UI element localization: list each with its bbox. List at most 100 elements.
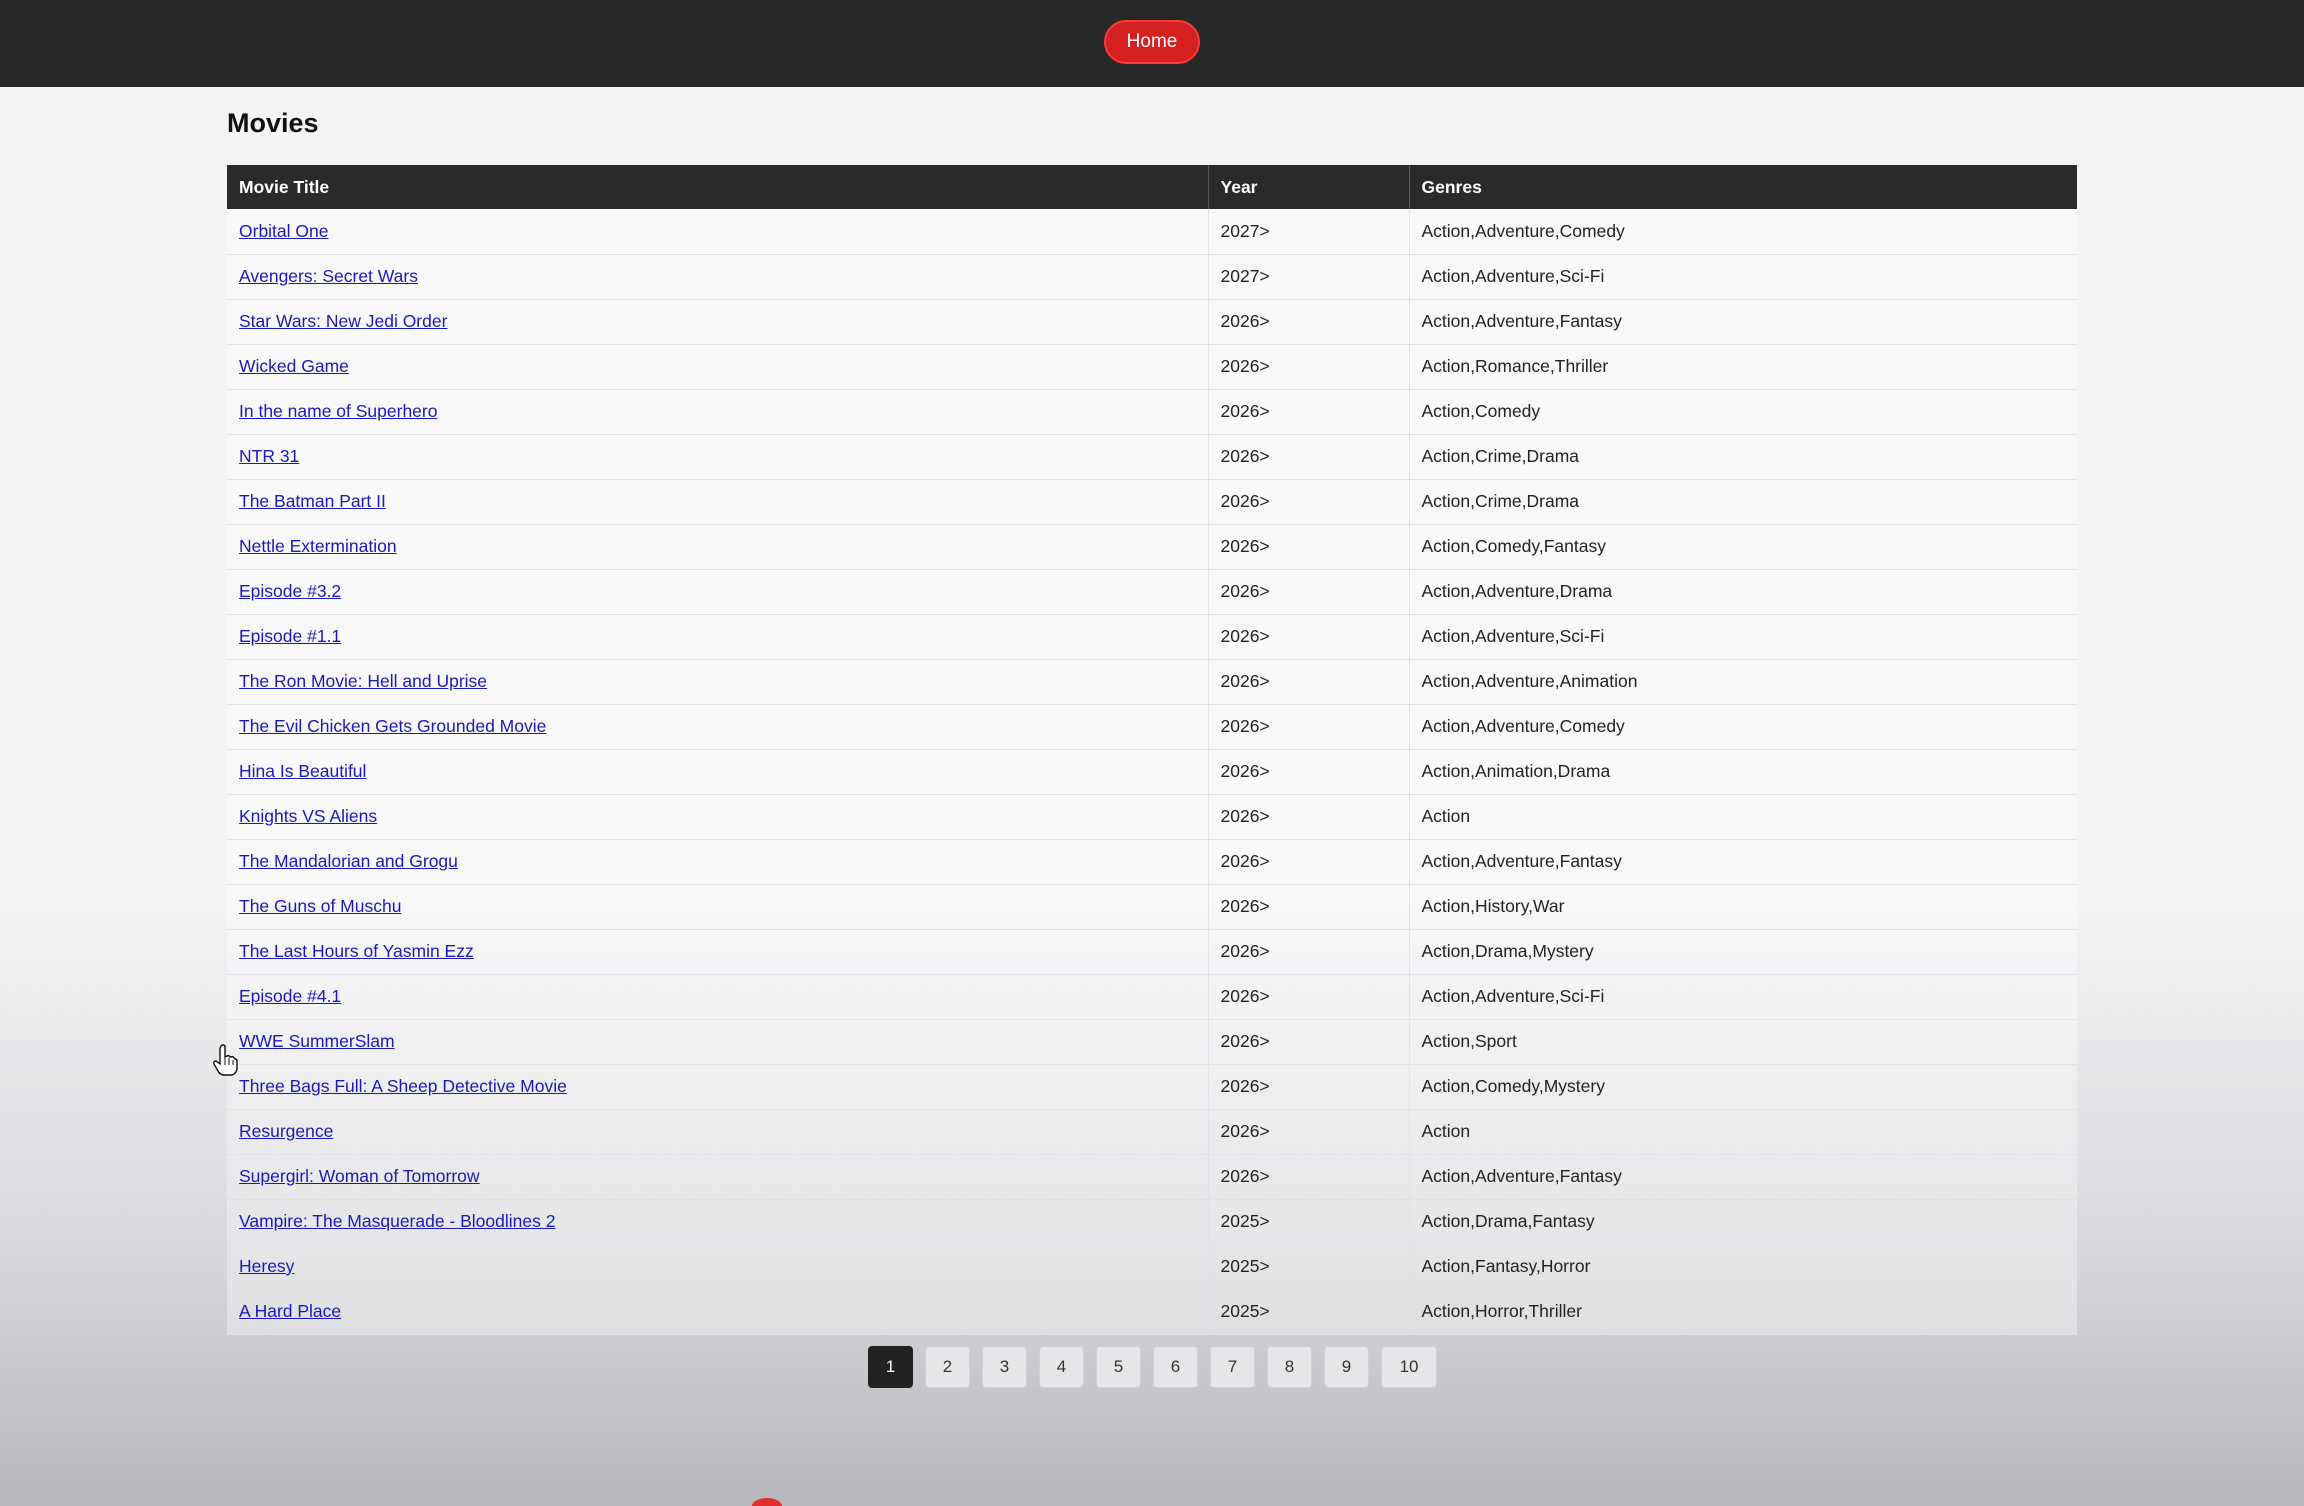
- table-row: In the name of Superhero 2026> Action,Come…: [227, 389, 2077, 435]
- table-row: Resurgence 2026> Action: [227, 1109, 2077, 1155]
- cell-title: Hina Is Beautiful: [227, 749, 1209, 795]
- cell-title: Episode #3.2: [227, 569, 1209, 615]
- cell-genres: Action: [1409, 794, 2077, 840]
- movie-title-link[interactable]: In the name of Superhero: [239, 401, 437, 421]
- page-button-7[interactable]: 7: [1210, 1346, 1255, 1388]
- movie-title-link[interactable]: Resurgence: [239, 1121, 333, 1141]
- cell-title: The Evil Chicken Gets Grounded Movie: [227, 704, 1209, 750]
- movie-title-link[interactable]: Vampire: The Masquerade - Bloodlines 2: [239, 1211, 555, 1231]
- movie-title-link[interactable]: Star Wars: New Jedi Order: [239, 311, 447, 331]
- page-button-8[interactable]: 8: [1267, 1346, 1312, 1388]
- cell-genres: Action,Horror,Thriller: [1409, 1289, 2077, 1335]
- column-header-title: Movie Title: [227, 165, 1209, 209]
- movie-title-link[interactable]: Episode #3.2: [239, 581, 341, 601]
- page-button-2[interactable]: 2: [925, 1346, 970, 1388]
- movie-title-link[interactable]: Wicked Game: [239, 356, 349, 376]
- cell-year: 2027>: [1208, 254, 1410, 300]
- table-row: Hina Is Beautiful 2026> Action,Animation,D…: [227, 749, 2077, 795]
- cell-genres: Action,Drama,Mystery: [1409, 929, 2077, 975]
- cell-year: 2026>: [1208, 749, 1410, 795]
- cell-year: 2026>: [1208, 479, 1410, 525]
- movie-title-link[interactable]: The Guns of Muschu: [239, 896, 401, 916]
- cell-genres: Action,Adventure,Comedy: [1409, 704, 2077, 750]
- movie-title-link[interactable]: Knights VS Aliens: [239, 806, 377, 826]
- cell-genres: Action,Adventure,Sci-Fi: [1409, 614, 2077, 660]
- cell-year: 2026>: [1208, 839, 1410, 885]
- movie-title-link[interactable]: Nettle Extermination: [239, 536, 397, 556]
- cell-year: 2027>: [1208, 209, 1410, 255]
- movie-title-link[interactable]: WWE SummerSlam: [239, 1031, 395, 1051]
- movie-title-link[interactable]: Episode #1.1: [239, 626, 341, 646]
- page-button-1[interactable]: 1: [868, 1346, 913, 1388]
- cell-genres: Action,Drama,Fantasy: [1409, 1199, 2077, 1245]
- column-header-year: Year: [1208, 165, 1410, 209]
- table-row: NTR 31 2026> Action,Crime,Drama: [227, 434, 2077, 480]
- table-row: Heresy 2025> Action,Fantasy,Horror: [227, 1244, 2077, 1290]
- page-title: Movies: [227, 108, 319, 138]
- cell-genres: Action,Crime,Drama: [1409, 479, 2077, 525]
- cell-title: A Hard Place: [227, 1289, 1209, 1335]
- table-row: Avengers: Secret Wars 2027> Action,Adventu…: [227, 254, 2077, 300]
- cell-genres: Action,Romance,Thriller: [1409, 344, 2077, 390]
- cell-genres: Action,History,War: [1409, 884, 2077, 930]
- table-header-row: Movie Title Year Genres: [227, 165, 2077, 209]
- cell-title: Episode #1.1: [227, 614, 1209, 660]
- table-row: Episode #4.1 2026> Action,Adventure,Sci-Fi: [227, 974, 2077, 1020]
- movie-title-link[interactable]: The Mandalorian and Grogu: [239, 851, 458, 871]
- pagination: 1 2 3 4 5 6 7 8 9 10: [868, 1346, 1437, 1388]
- table-row: Nettle Extermination 2026> Action,Comedy,F…: [227, 524, 2077, 570]
- movie-title-link[interactable]: Supergirl: Woman of Tomorrow: [239, 1166, 480, 1186]
- table-row: The Last Hours of Yasmin Ezz 2026> Action,…: [227, 929, 2077, 975]
- movie-title-link[interactable]: Hina Is Beautiful: [239, 761, 366, 781]
- cell-title: The Batman Part II: [227, 479, 1209, 525]
- cell-title: Supergirl: Woman of Tomorrow: [227, 1154, 1209, 1200]
- table-row: Episode #3.2 2026> Action,Adventure,Drama: [227, 569, 2077, 615]
- page-button-3[interactable]: 3: [982, 1346, 1027, 1388]
- table-row: Knights VS Aliens 2026> Action: [227, 794, 2077, 840]
- cell-title: Star Wars: New Jedi Order: [227, 299, 1209, 345]
- page-button-9[interactable]: 9: [1324, 1346, 1369, 1388]
- cell-year: 2026>: [1208, 389, 1410, 435]
- cell-year: 2026>: [1208, 884, 1410, 930]
- cell-year: 2026>: [1208, 929, 1410, 975]
- cell-title: Wicked Game: [227, 344, 1209, 390]
- movie-title-link[interactable]: NTR 31: [239, 446, 299, 466]
- table-row: The Batman Part II 2026> Action,Crime,Dram…: [227, 479, 2077, 525]
- cell-genres: Action,Adventure,Fantasy: [1409, 839, 2077, 885]
- movie-title-link[interactable]: Episode #4.1: [239, 986, 341, 1006]
- cell-genres: Action,Adventure,Sci-Fi: [1409, 254, 2077, 300]
- cell-title: Avengers: Secret Wars: [227, 254, 1209, 300]
- cell-year: 2026>: [1208, 1109, 1410, 1155]
- table-row: Vampire: The Masquerade - Bloodlines 2 20…: [227, 1199, 2077, 1245]
- cell-year: 2026>: [1208, 1064, 1410, 1110]
- cell-title: Knights VS Aliens: [227, 794, 1209, 840]
- page-button-6[interactable]: 6: [1153, 1346, 1198, 1388]
- movie-title-link[interactable]: The Batman Part II: [239, 491, 386, 511]
- hand-pointer-icon: [213, 1044, 238, 1076]
- movie-title-link[interactable]: Three Bags Full: A Sheep Detective Movie: [239, 1076, 567, 1096]
- cell-year: 2026>: [1208, 434, 1410, 480]
- table-row: Orbital One 2027> Action,Adventure,Comedy: [227, 209, 2077, 255]
- cell-genres: Action,Adventure,Drama: [1409, 569, 2077, 615]
- movie-title-link[interactable]: The Evil Chicken Gets Grounded Movie: [239, 716, 546, 736]
- column-header-genres: Genres: [1409, 165, 2077, 209]
- movie-title-link[interactable]: Heresy: [239, 1256, 294, 1276]
- partial-red-element: [752, 1498, 782, 1506]
- movie-title-link[interactable]: Orbital One: [239, 221, 328, 241]
- movie-title-link[interactable]: The Ron Movie: Hell and Uprise: [239, 671, 487, 691]
- movie-title-link[interactable]: A Hard Place: [239, 1301, 341, 1321]
- table-row: A Hard Place 2025> Action,Horror,Thriller: [227, 1289, 2077, 1335]
- cell-title: Vampire: The Masquerade - Bloodlines 2: [227, 1199, 1209, 1245]
- cell-year: 2026>: [1208, 299, 1410, 345]
- movie-title-link[interactable]: The Last Hours of Yasmin Ezz: [239, 941, 474, 961]
- cell-year: 2026>: [1208, 659, 1410, 705]
- movie-title-link[interactable]: Avengers: Secret Wars: [239, 266, 418, 286]
- cell-year: 2026>: [1208, 569, 1410, 615]
- cell-year: 2026>: [1208, 974, 1410, 1020]
- cell-genres: Action,Fantasy,Horror: [1409, 1244, 2077, 1290]
- page-button-10[interactable]: 10: [1381, 1346, 1437, 1388]
- page-button-5[interactable]: 5: [1096, 1346, 1141, 1388]
- cell-year: 2026>: [1208, 704, 1410, 750]
- page-button-4[interactable]: 4: [1039, 1346, 1084, 1388]
- home-button[interactable]: Home: [1104, 20, 1200, 64]
